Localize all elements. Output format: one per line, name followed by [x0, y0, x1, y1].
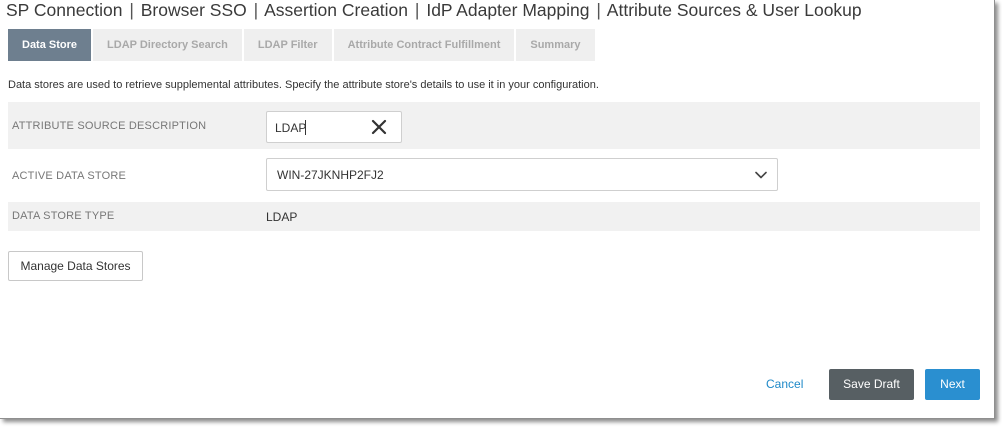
breadcrumb-item-assertion-creation: Assertion Creation — [264, 0, 409, 20]
app-window: SP Connection | Browser SSO | Assertion … — [0, 0, 995, 419]
breadcrumb: SP Connection | Browser SSO | Assertion … — [6, 0, 862, 22]
cancel-link[interactable]: Cancel — [766, 377, 803, 391]
description-input[interactable]: LDAP — [266, 111, 402, 143]
tab-attribute-contract-fulfillment[interactable]: Attribute Contract Fulfillment — [333, 29, 515, 61]
description-value: LDAP — [275, 121, 307, 135]
manage-data-stores-button[interactable]: Manage Data Stores — [8, 251, 143, 281]
row-data-store-type: DATA STORE TYPE LDAP — [8, 202, 980, 231]
wizard-tabs: Data Store LDAP Directory Search LDAP Fi… — [8, 29, 597, 61]
breadcrumb-separator: | — [414, 0, 420, 20]
breadcrumb-item-browser-sso: Browser SSO — [140, 0, 247, 20]
intro-text: Data stores are used to retrieve supplem… — [8, 79, 599, 91]
close-icon[interactable] — [371, 119, 387, 135]
tab-ldap-filter[interactable]: LDAP Filter — [243, 29, 332, 61]
save-draft-button[interactable]: Save Draft — [829, 369, 914, 400]
data-store-type-label: DATA STORE TYPE — [12, 210, 115, 222]
breadcrumb-separator: | — [129, 0, 134, 20]
breadcrumb-item-sp-connection: SP Connection — [6, 0, 123, 20]
data-store-type-value: LDAP — [266, 210, 298, 224]
breadcrumb-item-idp-adapter-mapping: IdP Adapter Mapping — [426, 0, 590, 20]
tab-ldap-directory-search[interactable]: LDAP Directory Search — [93, 29, 242, 61]
row-attribute-source-description: ATTRIBUTE SOURCE DESCRIPTION LDAP — [8, 102, 980, 149]
active-data-store-select[interactable]: WIN-27JKNHP2FJ2 — [266, 158, 778, 191]
description-label: ATTRIBUTE SOURCE DESCRIPTION — [12, 120, 207, 132]
chevron-down-icon — [755, 171, 767, 179]
active-data-store-value: WIN-27JKNHP2FJ2 — [277, 168, 384, 182]
row-active-data-store: ACTIVE DATA STORE WIN-27JKNHP2FJ2 — [8, 150, 980, 201]
text-caret — [305, 120, 306, 135]
breadcrumb-item-attribute-sources: Attribute Sources & User Lookup — [606, 0, 862, 20]
tab-summary[interactable]: Summary — [516, 29, 595, 61]
active-data-store-label: ACTIVE DATA STORE — [12, 170, 127, 182]
breadcrumb-separator: | — [253, 0, 259, 20]
tab-data-store[interactable]: Data Store — [8, 29, 92, 61]
breadcrumb-separator: | — [596, 0, 601, 20]
next-button[interactable]: Next — [925, 369, 980, 400]
